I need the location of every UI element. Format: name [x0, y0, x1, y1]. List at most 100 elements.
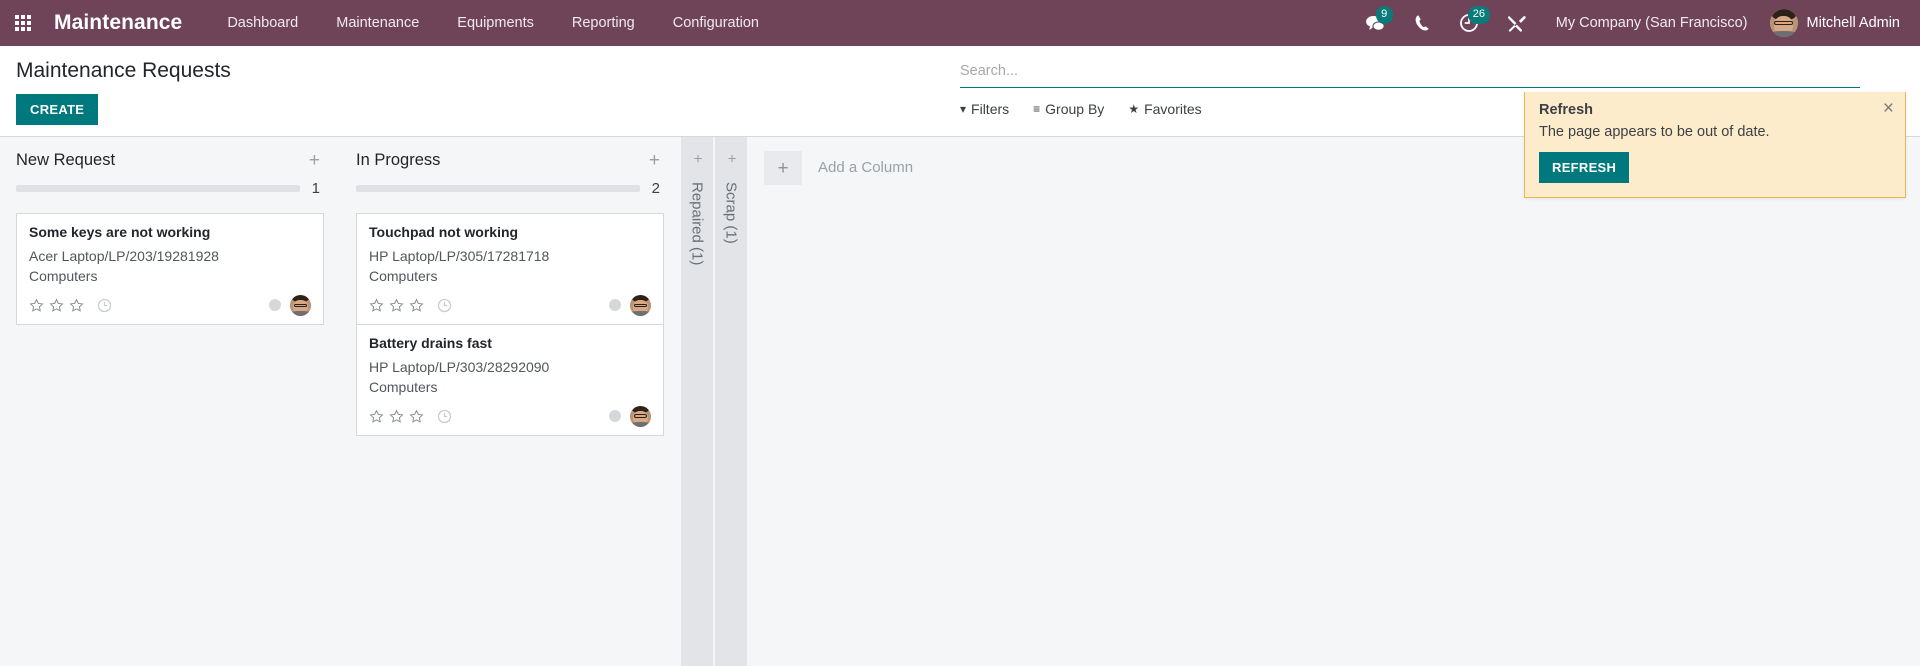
card-equipment: Acer Laptop/LP/203/19281928 [29, 248, 219, 264]
star-icon[interactable] [409, 408, 424, 424]
kanban-column-folded-scrap[interactable]: + Scrap (1) [714, 137, 748, 666]
priority-stars[interactable] [369, 408, 424, 424]
card-title: Battery drains fast [369, 334, 492, 351]
kanban-column-cards: Touchpad not working HP Laptop/LP/305/17… [340, 197, 680, 436]
card-title: Some keys are not working [29, 224, 211, 240]
avatar[interactable] [630, 405, 651, 427]
bars-icon: ≡ [1033, 102, 1041, 116]
nav-menu-reporting[interactable]: Reporting [553, 0, 654, 46]
refresh-notification: × Refresh The page appears to be out of … [1524, 92, 1906, 198]
phone-icon[interactable] [1400, 0, 1445, 46]
clock-icon[interactable] [437, 409, 452, 424]
card-footer [369, 405, 651, 427]
user-menu[interactable]: Mitchell Admin [1760, 0, 1908, 46]
star-icon[interactable] [69, 298, 84, 313]
card-category: Computers [369, 267, 438, 284]
add-record-plus-icon[interactable]: + [309, 151, 320, 170]
control-panel: Maintenance Requests CREATE ▾ Filters ≡ … [0, 46, 1920, 198]
column-progress-bar[interactable] [16, 185, 300, 192]
card-category: Computers [29, 267, 98, 284]
priority-stars[interactable] [29, 298, 84, 313]
column-progress-bar[interactable] [356, 185, 640, 192]
star-icon[interactable] [409, 298, 424, 313]
kanban-column-title: New Request [16, 151, 116, 169]
filters-dropdown[interactable]: ▾ Filters [960, 101, 1009, 117]
avatar [1769, 9, 1798, 37]
star-icon[interactable] [49, 298, 64, 313]
favorites-label: Favorites [1144, 101, 1202, 117]
filters-label: Filters [971, 101, 1010, 117]
folded-column-label: Repaired (1) [688, 182, 706, 266]
star-icon[interactable] [369, 298, 384, 313]
column-record-count: 2 [651, 180, 660, 197]
funnel-icon: ▾ [960, 102, 967, 116]
kanban-column-in-progress: In Progress + 2 Touchpad not working HP … [340, 137, 680, 666]
plus-icon[interactable]: + [722, 154, 739, 163]
debug-tools-icon[interactable] [1493, 0, 1540, 46]
card-equipment: HP Laptop/LP/303/28292090 [369, 358, 550, 375]
group-by-dropdown[interactable]: ≡ Group By [1033, 101, 1104, 117]
nav-menu-dashboard[interactable]: Dashboard [208, 0, 317, 46]
search-bar[interactable] [960, 58, 1860, 88]
card-right-tools [609, 294, 651, 316]
add-record-plus-icon[interactable]: + [649, 151, 660, 170]
add-column-button[interactable]: + Add a Column [748, 137, 1048, 666]
column-record-count: 1 [311, 180, 320, 197]
star-icon[interactable] [389, 298, 404, 313]
kanban-column-new-request: New Request + 1 Some keys are not workin… [0, 137, 340, 666]
kanban-state-icon[interactable] [609, 410, 621, 422]
apps-grid-icon[interactable] [0, 0, 46, 46]
kanban-column-title: In Progress [356, 151, 441, 169]
kanban-board: New Request + 1 Some keys are not workin… [0, 137, 1920, 666]
star-icon[interactable] [29, 298, 44, 313]
card-footer [369, 294, 651, 316]
create-button[interactable]: CREATE [16, 94, 99, 125]
card-category: Computers [369, 378, 438, 395]
plus-icon[interactable]: + [764, 151, 802, 185]
app-brand-title: Maintenance [54, 11, 183, 34]
top-navbar: Maintenance Dashboard Maintenance Equipm… [0, 0, 1920, 46]
kanban-state-icon[interactable] [609, 299, 621, 312]
favorites-dropdown[interactable]: ★ Favorites [1128, 101, 1201, 117]
kanban-column-header: New Request + 1 [0, 137, 340, 197]
search-input[interactable] [960, 63, 1860, 79]
close-icon[interactable]: × [1883, 99, 1894, 118]
card-right-tools [269, 294, 311, 316]
star-icon[interactable] [389, 408, 404, 424]
plus-icon[interactable]: + [688, 154, 705, 163]
kanban-card[interactable]: Some keys are not working Acer Laptop/LP… [16, 213, 324, 325]
notification-body: The page appears to be out of date. [1539, 124, 1770, 140]
kanban-card[interactable]: Touchpad not working HP Laptop/LP/305/17… [356, 213, 664, 325]
kanban-column-folded-repaired[interactable]: + Repaired (1) [680, 137, 714, 666]
clock-icon[interactable] [437, 298, 452, 313]
card-right-tools [609, 405, 651, 427]
nav-menu-maintenance[interactable]: Maintenance [317, 0, 438, 46]
card-title: Touchpad not working [369, 224, 519, 240]
activity-badge-count: 26 [1467, 6, 1490, 24]
priority-stars[interactable] [369, 298, 424, 313]
page-title: Maintenance Requests [16, 59, 231, 82]
company-switcher[interactable]: My Company (San Francisco) [1540, 0, 1760, 46]
folded-column-label: Scrap (1) [722, 182, 740, 244]
activity-clock-icon[interactable]: 26 [1445, 0, 1493, 46]
refresh-button[interactable]: REFRESH [1539, 152, 1630, 183]
messages-icon[interactable]: 9 [1351, 0, 1400, 46]
messages-badge-count: 9 [1375, 6, 1393, 24]
group-by-label: Group By [1045, 101, 1105, 117]
kanban-state-icon[interactable] [269, 299, 281, 312]
avatar[interactable] [630, 294, 651, 316]
user-name-label: Mitchell Admin [1806, 15, 1900, 31]
avatar[interactable] [290, 294, 311, 316]
kanban-column-cards: Some keys are not working Acer Laptop/LP… [0, 197, 340, 325]
nav-menu-configuration[interactable]: Configuration [654, 0, 778, 46]
add-column-label: Add a Column [818, 159, 914, 176]
kanban-card[interactable]: Battery drains fast HP Laptop/LP/303/282… [356, 324, 664, 436]
control-panel-left: Maintenance Requests CREATE [0, 46, 960, 125]
card-footer [29, 294, 311, 316]
star-icon[interactable] [369, 408, 384, 424]
navbar-right-tools: 9 26 My Company (San Francisco) Mitchell… [1351, 0, 1920, 46]
nav-menu-equipments[interactable]: Equipments [438, 0, 553, 46]
clock-icon[interactable] [97, 298, 112, 313]
card-equipment: HP Laptop/LP/305/17281718 [369, 248, 550, 264]
star-icon: ★ [1128, 102, 1140, 116]
